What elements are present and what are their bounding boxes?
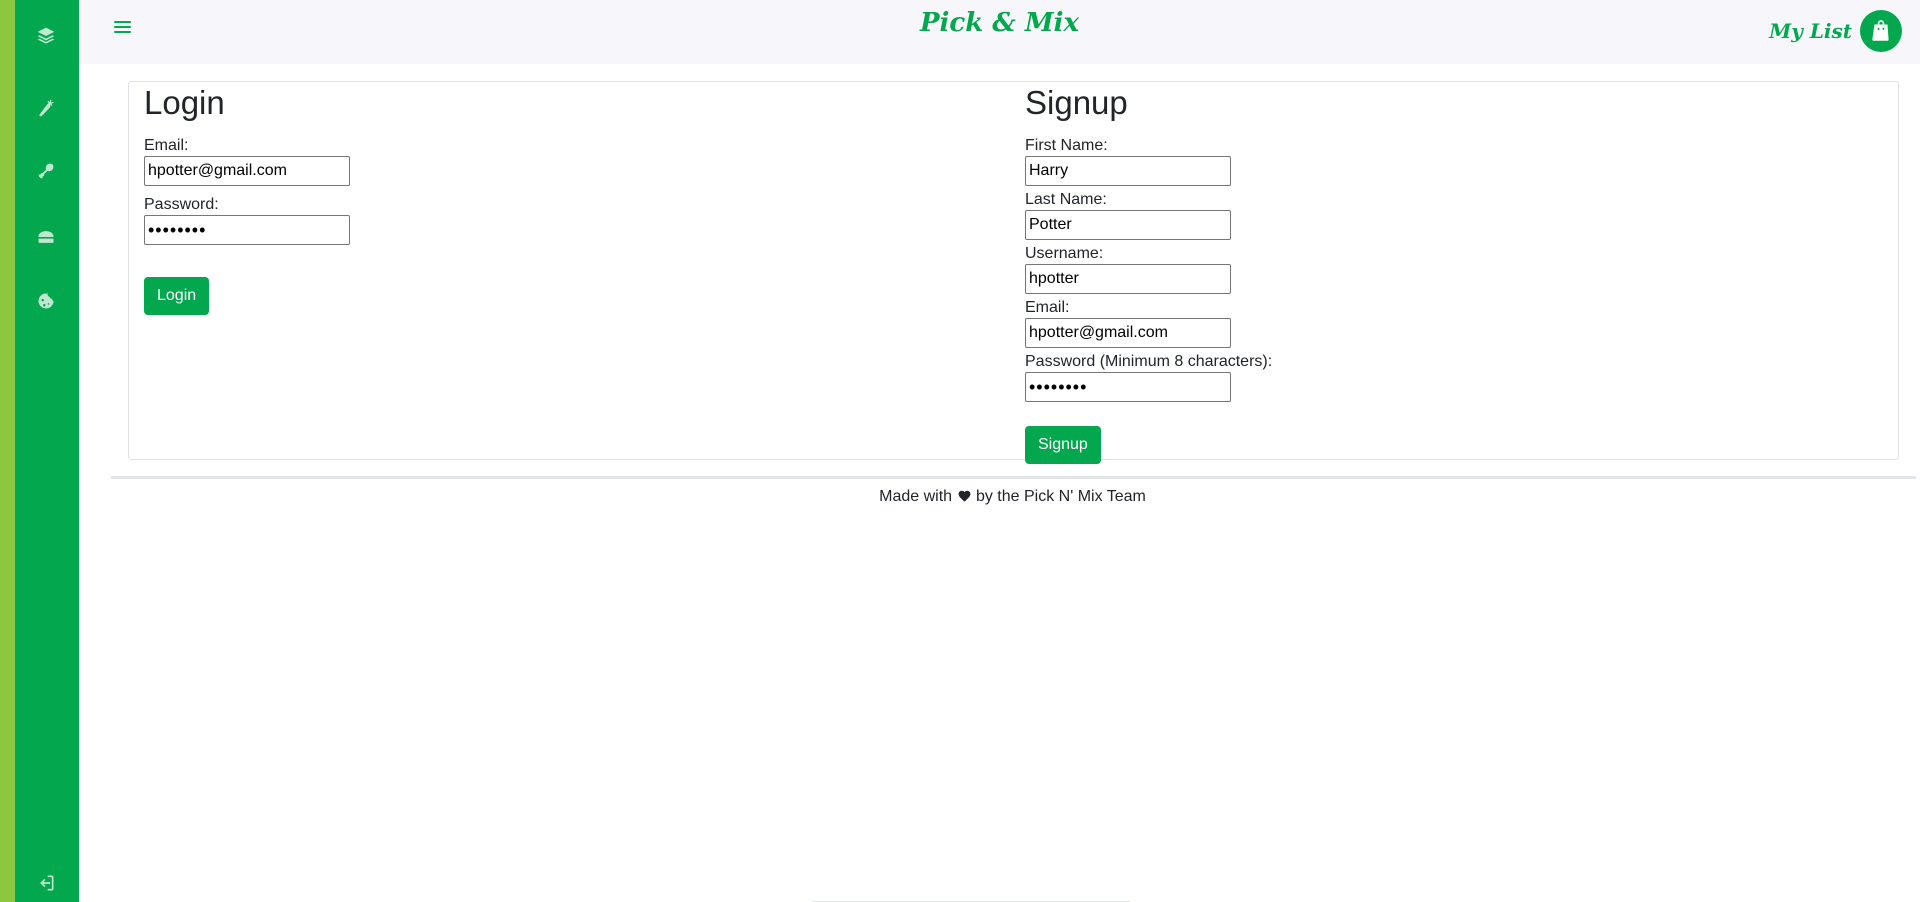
login-section: Login Email: Password: Login [144,82,350,315]
username-label: Username: [1025,245,1104,262]
last-name-input[interactable] [1025,210,1231,240]
carrot-icon[interactable] [28,90,64,126]
layers-icon[interactable] [28,18,64,54]
brand-link[interactable]: Pick & Mix [920,8,1079,38]
footer: Made with by the Pick N' Mix Team [0,488,1920,506]
shopping-bag-icon [1860,10,1902,52]
signup-email-label: Email: [1025,299,1070,316]
footer-divider [111,476,1916,479]
login-password-input[interactable] [144,215,350,245]
signup-section: Signup First Name: Last Name: Username: … [1025,82,1272,464]
footer-text-after: by the Pick N' Mix Team [975,488,1146,505]
signup-password-input[interactable] [1025,372,1231,402]
my-list-label: My List [1769,19,1852,43]
cookie-icon[interactable] [28,283,64,319]
sidebar [0,0,79,902]
signup-password-label: Password (Minimum 8 characters): [1025,353,1273,370]
login-email-input[interactable] [144,156,350,186]
meat-leg-icon[interactable] [28,154,64,190]
brand-title: Pick & Mix [79,8,1920,38]
heart-icon [957,489,972,502]
bread-icon[interactable] [28,219,64,255]
hamburger-menu-icon[interactable] [114,18,134,38]
username-input[interactable] [1025,264,1231,294]
my-list-button[interactable]: My List [1769,10,1902,52]
first-name-label: First Name: [1025,137,1108,154]
signup-email-input[interactable] [1025,318,1231,348]
top-navbar: Pick & Mix My List [79,0,1920,64]
login-email-label: Email: [144,137,189,154]
signup-title: Signup [1025,84,1128,121]
login-button[interactable]: Login [144,277,210,315]
sign-in-icon[interactable] [28,865,64,901]
login-password-label: Password: [144,196,219,213]
first-name-input[interactable] [1025,156,1231,186]
signup-button[interactable]: Signup [1025,426,1101,464]
footer-text-before: Made with [879,488,953,505]
last-name-label: Last Name: [1025,191,1107,208]
auth-card: Login Email: Password: Login Signup Firs… [128,81,1899,464]
login-title: Login [144,84,225,121]
